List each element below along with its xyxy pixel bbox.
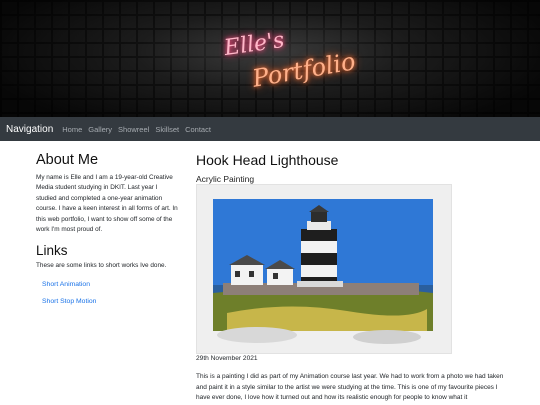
navbar: Navigation Home Gallery Showreel Skillse… [0,117,540,141]
about-heading: About Me [36,152,99,168]
artwork-image [196,184,452,354]
nav-home[interactable]: Home [62,125,82,134]
nav-contact[interactable]: Contact [185,125,211,134]
nav-gallery[interactable]: Gallery [88,125,112,134]
nav-showreel[interactable]: Showreel [118,125,149,134]
links-heading: Links [36,243,68,259]
artwork-title: Hook Head Lighthouse [196,152,339,168]
main-content: Hook Head Lighthouse Acrylic Painting 29… [196,152,526,401]
links-text: These are some links to short works Ive … [36,262,167,270]
navbar-brand[interactable]: Navigation [6,124,53,135]
header-banner: Elle's Portfolio [0,0,540,117]
sidebar-column: About Me My name is Elle and I am a 19-y… [36,152,178,315]
portfolio-logo: Elle's Portfolio [212,27,358,93]
painting-cottage-2 [267,269,293,285]
link-short-stop-motion[interactable]: Short Stop Motion [42,298,178,305]
artwork-description: This is a painting I did as part of my A… [196,373,504,401]
artwork-date: 29th November 2021 [196,355,258,362]
lighthouse-painting [213,199,433,344]
nav-skillset[interactable]: Skillset [155,125,179,134]
about-text: My name is Elle and I am a 19-year-old C… [36,174,178,234]
logo-line-1: Elle's [222,27,286,62]
artwork-medium: Acrylic Painting [196,174,255,184]
link-short-animation[interactable]: Short Animation [42,281,178,288]
